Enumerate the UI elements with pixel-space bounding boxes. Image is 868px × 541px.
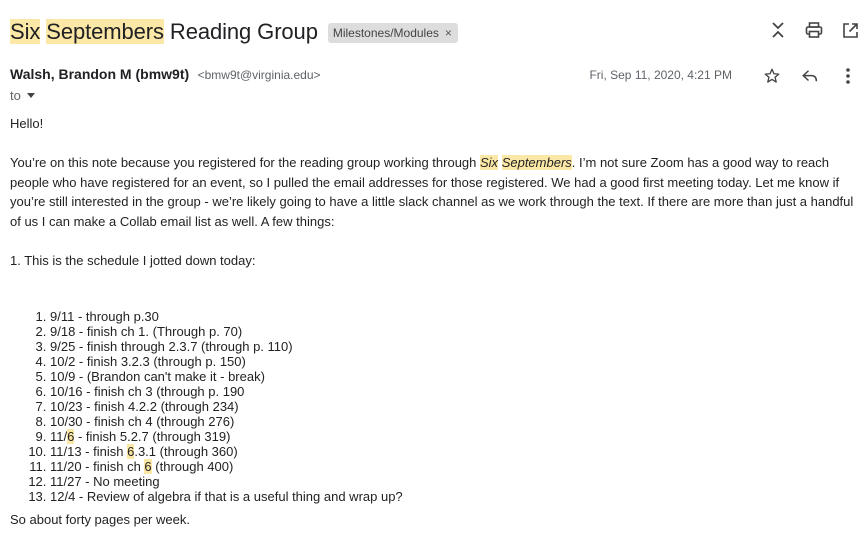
list-item: 11/20 - finish ch 6 (through 400) [50,459,855,474]
label-chip-text: Milestones/Modules [332,26,439,40]
open-in-new-window-icon[interactable] [840,18,860,42]
list-item: 11/13 - finish 6.3.1 (through 360) [50,444,855,459]
item-text: - finish 5.2.7 (through 319) [74,429,231,444]
label-chip[interactable]: Milestones/Modules × [327,23,458,43]
email-subject: Six Septembers Reading Group [10,19,318,45]
list-item: 10/9 - (Brandon can't make it - break) [50,369,855,384]
message-body: Hello! You’re on this note because you r… [10,114,855,504]
list-item: 10/16 - finish ch 3 (through p. 190 [50,384,855,399]
schedule-list: 9/11 - through p.30 9/18 - finish ch 1. … [10,309,855,504]
list-item: 10/2 - finish 3.2.3 (through p. 150) [50,354,855,369]
item-text: 11/13 - finish [50,444,128,459]
search-highlight: Six [480,155,499,170]
item-text: (through 400) [151,459,234,474]
closing-line: So about forty pages per week. [10,512,190,527]
greeting: Hello! [10,116,44,131]
subject-row: Six Septembers Reading Group Milestones/… [10,14,458,50]
list-item: 11/6 - finish 5.2.7 (through 319) [50,429,855,444]
search-highlight: Septembers [501,155,572,170]
remove-label-icon[interactable]: × [445,26,452,40]
sender-row: Walsh, Brandon M (bmw9t) <bmw9t@virginia… [10,66,858,86]
thread-toolbar [768,18,860,42]
item-text: 11/20 - finish ch [50,459,145,474]
sender-email: <bmw9t@virginia.edu> [197,68,321,82]
subject-text: Reading Group [169,19,318,44]
message-date: Fri, Sep 11, 2020, 4:21 PM [589,68,732,82]
recipients-row: to [10,88,35,103]
list-item: 11/27 - No meeting [50,474,855,489]
sender-name[interactable]: Walsh, Brandon M (bmw9t) [10,66,189,82]
item-text: .3.1 (through 360) [134,444,238,459]
list-item: 9/25 - finish through 2.3.7 (through p. … [50,339,855,354]
search-highlight: Six [10,19,41,44]
collapse-all-icon[interactable] [768,18,788,42]
list-item: 9/11 - through p.30 [50,309,855,324]
reply-icon[interactable] [800,64,820,88]
search-highlight: 6 [144,459,152,474]
schedule-intro: 1. This is the schedule I jotted down to… [10,252,256,268]
item-text: 11/ [50,429,68,444]
list-item: 10/30 - finish ch 4 (through 276) [50,414,855,429]
to-label: to [10,88,21,103]
recipients-dropdown-icon[interactable] [26,93,35,98]
more-options-icon[interactable] [838,64,858,88]
search-highlight: Septembers [46,19,164,44]
message-actions [762,64,858,88]
list-item: 10/23 - finish 4.2.2 (through 234) [50,399,855,414]
body-paragraph: You’re on this note because you register… [10,153,855,231]
list-item: 9/18 - finish ch 1. (Through p. 70) [50,324,855,339]
print-icon[interactable] [804,18,824,42]
star-icon[interactable] [762,64,782,88]
paragraph-text: You’re on this note because you register… [10,155,480,170]
list-item: 12/4 - Review of algebra if that is a us… [50,489,855,504]
